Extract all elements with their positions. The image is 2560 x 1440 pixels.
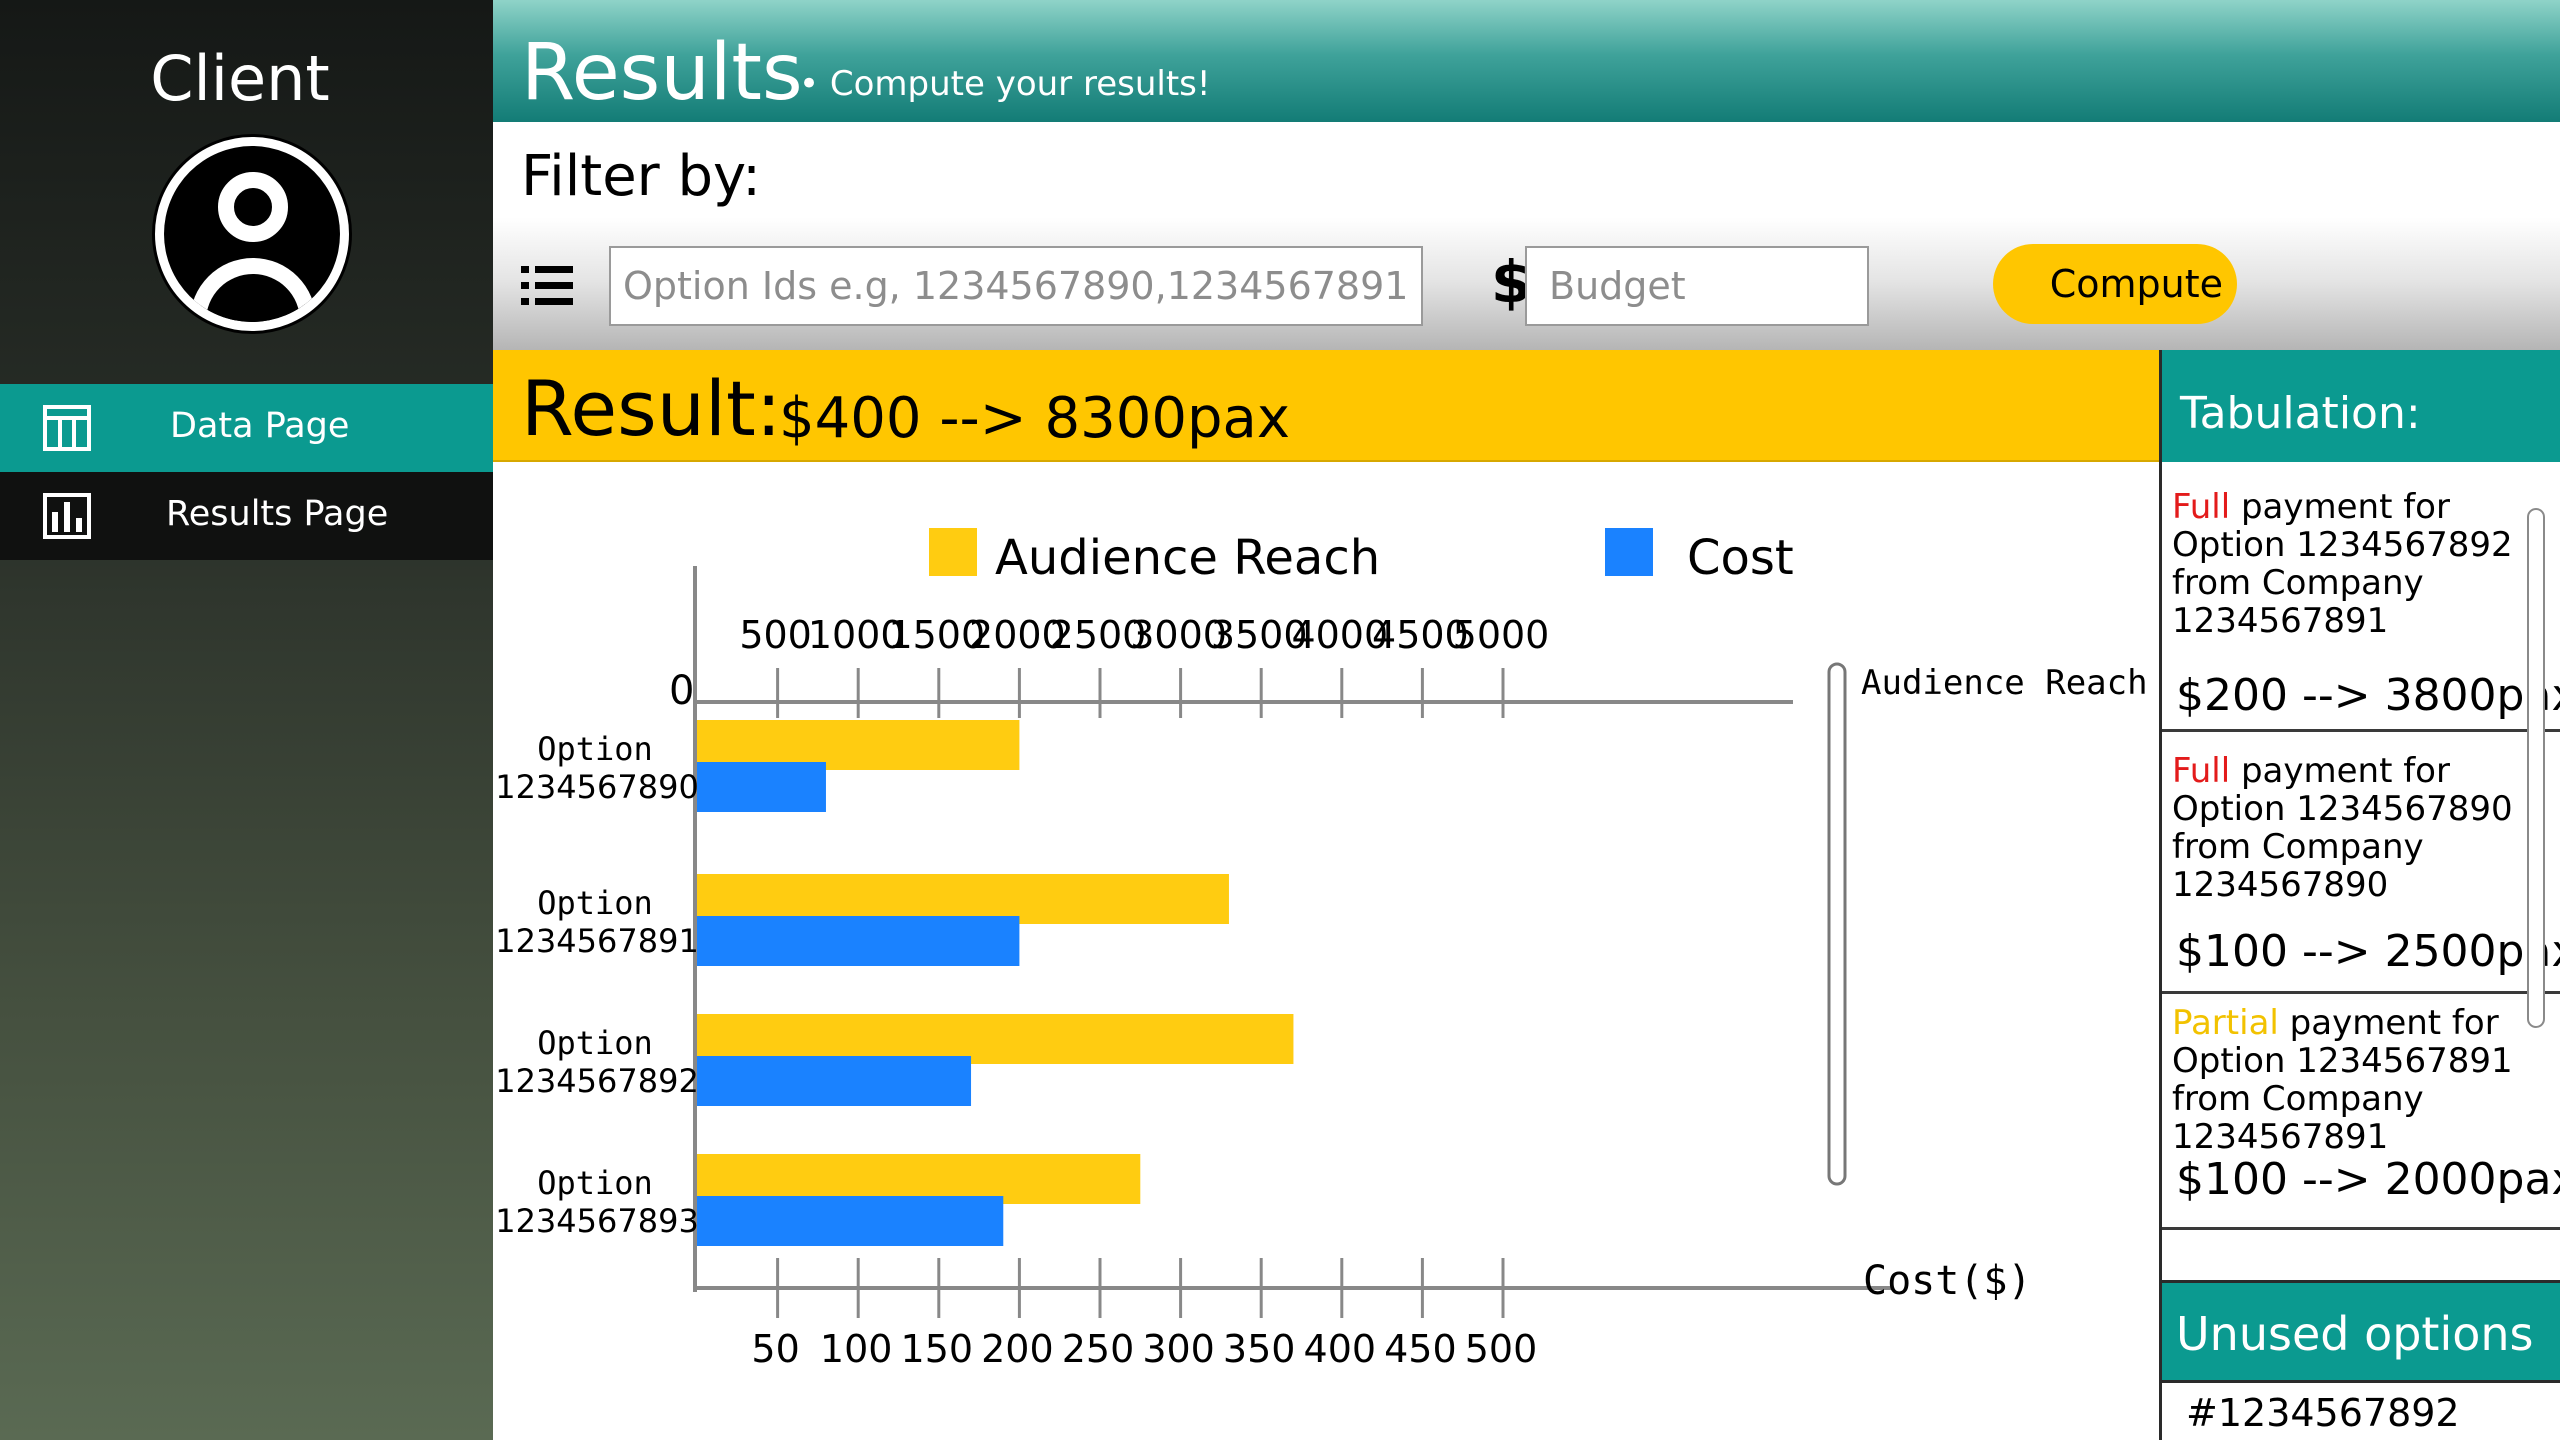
sidebar-item-label: Data Page: [170, 406, 350, 446]
sidebar-item-label: Results Page: [166, 494, 389, 534]
page-title: Results: [521, 28, 803, 118]
bottom-axis-tick-label: 150: [901, 1327, 974, 1371]
bottom-axis-tick-label: 300: [1142, 1327, 1215, 1371]
table-icon: [43, 405, 91, 451]
tabulation-scrollbar[interactable]: [2527, 508, 2545, 1028]
bottom-axis-tick-label: 100: [820, 1327, 893, 1371]
payment-kind: Partial: [2172, 1003, 2279, 1043]
payment-amount: $200 --> 3800pax: [2176, 670, 2560, 721]
compute-button[interactable]: Compute: [1993, 244, 2237, 324]
result-label: Result:: [521, 364, 782, 453]
cost-bar: [697, 1056, 972, 1106]
tabulation-item[interactable]: Partial payment for Option 1234567891 fr…: [2162, 994, 2560, 1230]
category-label: Option: [537, 1024, 653, 1062]
sidebar-item-results-page[interactable]: Results Page: [0, 472, 493, 560]
cost-bar: [697, 916, 1020, 966]
unused-option-id: #1234567892: [2186, 1391, 2460, 1435]
payment-amount: $100 --> 2500pax: [2176, 926, 2560, 977]
category-label: Option: [537, 884, 653, 922]
bottom-axis-tick-label: 500: [1465, 1327, 1538, 1371]
bar-chart-icon: [43, 493, 91, 539]
tabulation-header: Tabulation:: [2162, 350, 2560, 462]
sidebar: Client Data Page Results Page: [0, 0, 493, 1440]
category-label: 1234567890: [495, 768, 699, 806]
bottom-axis-tick-label: 350: [1223, 1327, 1296, 1371]
page-subtitle: • Compute your results!: [799, 64, 1211, 104]
cost-bar: [697, 762, 826, 812]
bottom-axis-tick-label: 250: [1062, 1327, 1135, 1371]
tabulation-item[interactable]: Full payment for Option 1234567890 from …: [2162, 732, 2560, 994]
bottom-axis-tick-label: 200: [981, 1327, 1054, 1371]
top-axis-title: Audience Reach: [1861, 663, 2148, 703]
results-chart: Audience Reach Cost0500100015002000250030…: [495, 528, 2148, 1371]
top-axis-tick-label: 500: [739, 613, 812, 657]
top-axis-tick-label: 5000: [1453, 613, 1550, 657]
budget-input[interactable]: [1525, 246, 1869, 326]
client-title: Client: [150, 42, 330, 115]
unused-option-item[interactable]: #1234567892: [2159, 1380, 2560, 1440]
category-label: Option: [537, 730, 653, 768]
bottom-axis-tick-label: 450: [1384, 1327, 1457, 1371]
payment-kind: Full: [2172, 487, 2231, 527]
page-header: Results • Compute your results!: [493, 0, 2560, 122]
top-axis-zero-label: 0: [669, 668, 694, 714]
bottom-axis-title: Cost($): [1863, 1258, 2032, 1304]
tabulation-title: Tabulation:: [2180, 388, 2421, 439]
tabulation-panel: Tabulation: Full payment for Option 1234…: [2159, 350, 2560, 1440]
chart-scrollbar: [1827, 662, 1847, 1186]
category-label: 1234567891: [495, 922, 699, 960]
legend-swatch: [929, 528, 977, 576]
legend-label-audience-reach: Audience Reach: [995, 530, 1380, 586]
option-ids-input[interactable]: [609, 246, 1423, 326]
unused-options-title: Unused options: [2176, 1307, 2534, 1361]
sidebar-item-data-page[interactable]: Data Page: [0, 384, 493, 472]
payment-kind: Full: [2172, 751, 2231, 791]
result-summary: Result: $400 --> 8300pax: [493, 350, 2159, 462]
avatar-icon[interactable]: [152, 134, 352, 334]
unused-options-header: Unused options: [2159, 1280, 2560, 1380]
category-label: 1234567892: [495, 1062, 699, 1100]
cost-bar: [697, 1196, 1004, 1246]
bottom-axis-tick-label: 400: [1304, 1327, 1377, 1371]
payment-amount: $100 --> 2000pax: [2176, 1154, 2560, 1205]
tabulation-item[interactable]: Full payment for Option 1234567892 from …: [2162, 462, 2560, 732]
legend-swatch: [1605, 528, 1653, 576]
filter-label: Filter by:: [521, 144, 761, 209]
list-icon[interactable]: [521, 264, 573, 308]
legend-label-cost: Cost: [1687, 530, 1794, 586]
filter-bar: Filter by: $ Compute: [493, 122, 2560, 350]
bottom-axis-tick-label: 50: [751, 1327, 799, 1371]
category-label: 1234567893: [495, 1202, 699, 1240]
result-value: $400 --> 8300pax: [779, 386, 1290, 451]
category-label: Option: [537, 1164, 653, 1202]
